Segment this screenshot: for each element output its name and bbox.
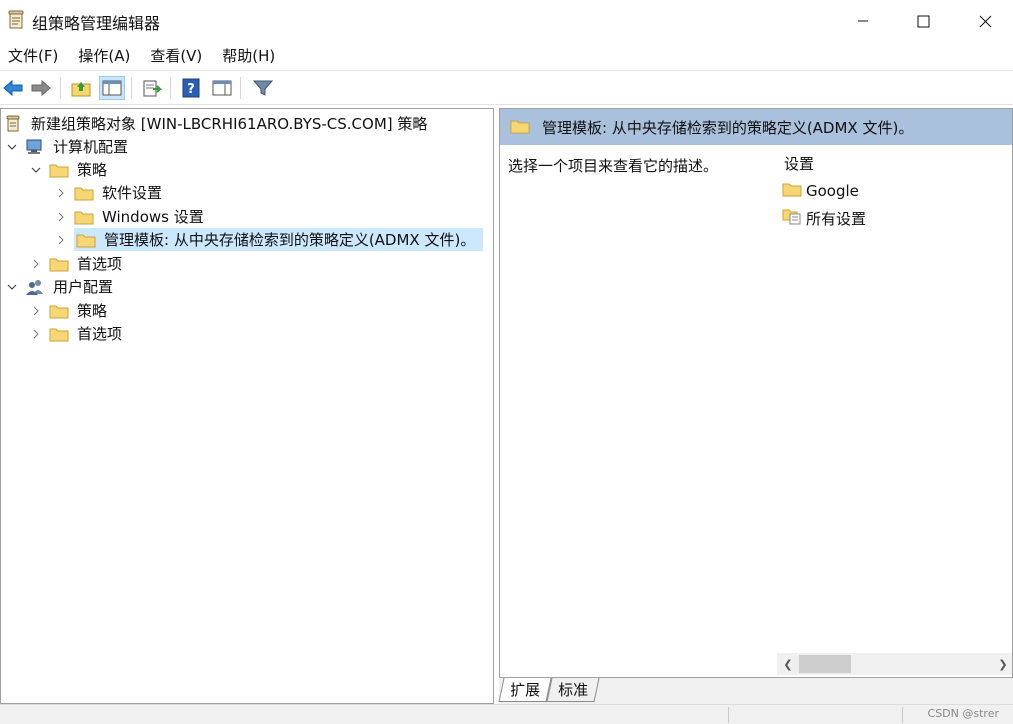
tree-label: 策略 — [77, 161, 108, 179]
export-list-icon[interactable] — [139, 76, 165, 100]
window-title: 组策略管理编辑器 — [32, 14, 161, 33]
tree-label: 首选项 — [77, 325, 123, 343]
forward-arrow-icon[interactable] — [28, 76, 54, 100]
folder-icon — [510, 118, 530, 138]
tree-item-computer-policy[interactable]: 策略 — [29, 158, 109, 181]
tree-label: 首选项 — [77, 255, 123, 273]
close-button[interactable] — [962, 6, 1008, 36]
tree-item-admin-templates[interactable]: 管理模板: 从中央存储检索到的策略定义(ADMX 文件)。 — [54, 228, 484, 251]
tab-standard[interactable]: 标准 — [546, 678, 600, 702]
tree-item-user-preferences[interactable]: 首选项 — [29, 322, 124, 345]
folder-icon — [49, 325, 69, 343]
toolbar: ? — [0, 70, 1013, 105]
all-settings-icon — [782, 207, 802, 229]
policy-scroll-icon — [7, 10, 25, 30]
title-bar: 组策略管理编辑器 — [0, 0, 1013, 40]
tree-label: 新建组策略对象 [WIN-LBCRHI61ARO.BYS-CS.COM] 策略 — [31, 115, 428, 133]
maximize-button[interactable] — [900, 6, 946, 36]
menu-action[interactable]: 操作(A) — [70, 45, 138, 66]
tree-item-software-settings[interactable]: 软件设置 — [54, 181, 164, 204]
chevron-right-icon[interactable] — [29, 257, 43, 271]
chevron-right-icon[interactable] — [54, 210, 68, 224]
status-bar: CSDN @strer — [0, 704, 1013, 724]
tab-extended[interactable]: 扩展 — [498, 678, 552, 702]
tree-item-user-policy[interactable]: 策略 — [29, 299, 109, 322]
folder-icon — [49, 161, 69, 179]
users-icon — [25, 278, 45, 296]
list-item-all-settings[interactable]: 所有设置 — [782, 206, 866, 230]
chevron-right-icon[interactable] — [54, 186, 68, 200]
chevron-down-icon[interactable] — [29, 163, 43, 177]
folder-icon — [782, 181, 802, 201]
details-pane: 管理模板: 从中央存储检索到的策略定义(ADMX 文件)。 选择一个项目来查看它… — [499, 108, 1013, 678]
chevron-right-icon[interactable] — [54, 233, 68, 247]
back-arrow-icon[interactable] — [0, 76, 26, 100]
folder-icon — [74, 184, 94, 202]
tree-item-computer-config[interactable]: 计算机配置 — [5, 135, 130, 158]
filter-icon[interactable] — [250, 76, 276, 100]
folder-icon — [49, 302, 69, 320]
details-header: 管理模板: 从中央存储检索到的策略定义(ADMX 文件)。 — [500, 109, 1012, 145]
chevron-down-icon[interactable] — [5, 140, 19, 154]
folder-icon — [76, 231, 96, 249]
tree-label: 策略 — [77, 302, 108, 320]
view-tabs: 扩展 标准 — [498, 678, 1013, 704]
console-tree[interactable]: 新建组策略对象 [WIN-LBCRHI61ARO.BYS-CS.COM] 策略 … — [0, 108, 494, 704]
menu-view[interactable]: 查看(V) — [142, 45, 210, 66]
tree-item-root[interactable]: 新建组策略对象 [WIN-LBCRHI61ARO.BYS-CS.COM] 策略 — [3, 112, 429, 135]
svg-text:?: ? — [187, 82, 195, 97]
tree-item-user-config[interactable]: 用户配置 — [5, 275, 115, 298]
menu-help[interactable]: 帮助(H) — [214, 45, 283, 66]
scroll-left-icon[interactable]: ❮ — [781, 657, 795, 671]
folder-icon — [74, 208, 94, 226]
tree-label: 管理模板: 从中央存储检索到的策略定义(ADMX 文件)。 — [104, 231, 476, 249]
minimize-button[interactable] — [840, 6, 886, 36]
scroll-right-icon[interactable]: ❯ — [996, 657, 1010, 671]
list-item-label: Google — [806, 182, 859, 200]
help-icon[interactable]: ? — [178, 76, 204, 100]
menu-bar: 文件(F) 操作(A) 查看(V) 帮助(H) — [0, 40, 1013, 70]
folder-icon — [49, 255, 69, 273]
watermark: CSDN @strer — [927, 707, 999, 720]
list-item-label: 所有设置 — [806, 209, 867, 228]
menu-file[interactable]: 文件(F) — [0, 45, 66, 66]
properties-icon[interactable] — [209, 76, 235, 100]
tree-label: Windows 设置 — [102, 208, 204, 226]
chevron-right-icon[interactable] — [29, 304, 43, 318]
tree-label: 用户配置 — [53, 278, 114, 296]
tree-item-computer-preferences[interactable]: 首选项 — [29, 252, 124, 275]
selection-highlight: 管理模板: 从中央存储检索到的策略定义(ADMX 文件)。 — [74, 228, 484, 251]
up-folder-icon[interactable] — [68, 76, 94, 100]
horizontal-scrollbar[interactable]: ❮ ❯ — [777, 653, 1012, 675]
show-hide-tree-icon[interactable] — [99, 76, 125, 100]
details-header-title: 管理模板: 从中央存储检索到的策略定义(ADMX 文件)。 — [542, 119, 914, 137]
tree-label: 计算机配置 — [53, 138, 129, 156]
chevron-right-icon[interactable] — [29, 327, 43, 341]
policy-scroll-icon — [3, 115, 23, 133]
scrollbar-thumb[interactable] — [799, 655, 851, 673]
tree-label: 软件设置 — [102, 184, 163, 202]
description-text: 选择一个项目来查看它的描述。 — [508, 157, 719, 175]
list-item-google[interactable]: Google — [782, 179, 859, 203]
computer-icon — [25, 138, 45, 156]
chevron-down-icon[interactable] — [5, 280, 19, 294]
column-header-settings[interactable]: 设置 — [784, 153, 814, 174]
tree-item-windows-settings[interactable]: Windows 设置 — [54, 205, 206, 228]
